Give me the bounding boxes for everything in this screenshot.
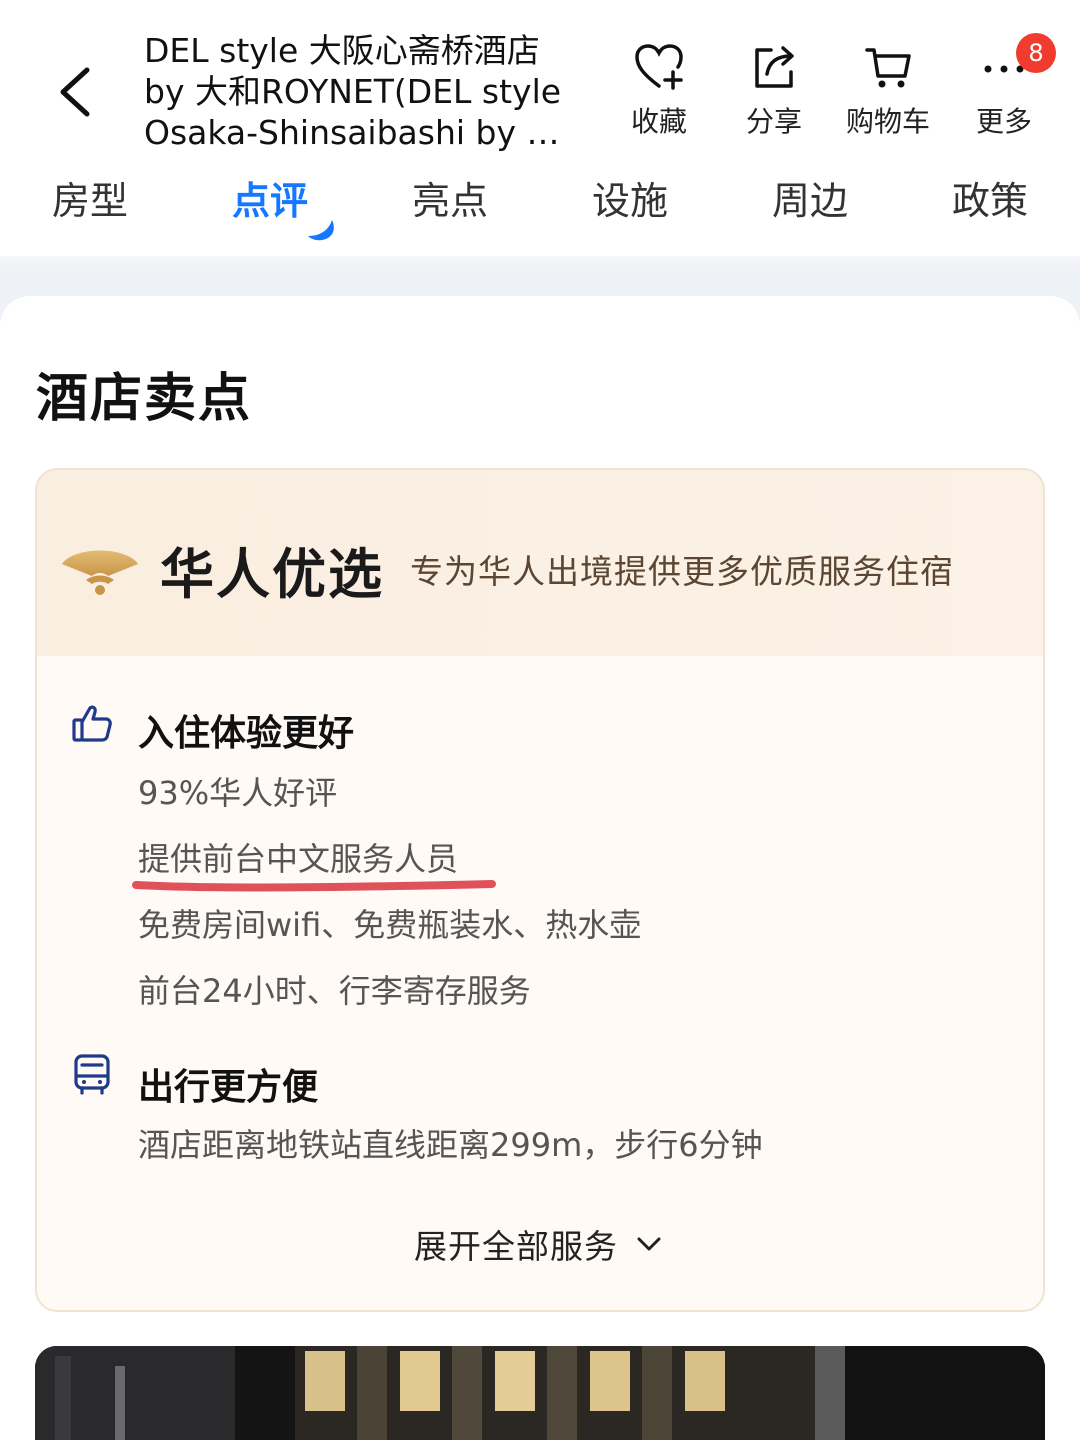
list-item: 免费房间wifi、免费瓶装水、热水壶 bbox=[138, 906, 642, 944]
notification-badge: 8 bbox=[1016, 33, 1056, 73]
expand-label: 展开全部服务 bbox=[414, 1227, 618, 1266]
thumbs-up-icon bbox=[72, 705, 112, 742]
active-tab-indicator bbox=[308, 220, 334, 241]
brand-description: 专为华人出境提供更多优质服务住宿 bbox=[410, 552, 954, 591]
cart-label: 购物车 bbox=[845, 105, 930, 138]
favorite-label: 收藏 bbox=[630, 105, 687, 138]
share-icon bbox=[746, 40, 802, 94]
hotel-title: DEL style 大阪心斋桥酒店 by 大和ROYNET(DEL style … bbox=[144, 31, 562, 152]
list-item: 93%华人好评 bbox=[138, 774, 338, 812]
share-label: 分享 bbox=[745, 105, 802, 138]
brand-title: 华人优选 bbox=[160, 543, 384, 606]
highlight-underline bbox=[132, 880, 496, 892]
list-item: 前台24小时、行李寄存服务 bbox=[138, 972, 531, 1010]
tab-facilities[interactable]: 设施 bbox=[540, 170, 720, 232]
more-label: 更多 bbox=[975, 105, 1032, 138]
back-button[interactable] bbox=[40, 52, 110, 132]
cart-button[interactable]: 购物车 bbox=[833, 40, 943, 140]
share-button[interactable]: 分享 bbox=[719, 40, 829, 140]
fan-icon bbox=[62, 550, 138, 595]
heart-plus-icon bbox=[631, 40, 687, 94]
hotel-building-image bbox=[35, 1346, 1045, 1440]
chevron-down-icon bbox=[637, 1237, 661, 1251]
chevron-left-icon bbox=[60, 67, 90, 117]
group-title-stay: 入住体验更好 bbox=[138, 713, 355, 754]
list-item: 提供前台中文服务人员 bbox=[138, 840, 459, 878]
tab-bar: 房型 点评 亮点 设施 周边 政策 bbox=[0, 170, 1080, 240]
favorite-button[interactable]: 收藏 bbox=[604, 40, 714, 140]
cart-icon bbox=[860, 40, 916, 94]
tab-highlights[interactable]: 亮点 bbox=[360, 170, 540, 232]
tab-nearby[interactable]: 周边 bbox=[720, 170, 900, 232]
section-title: 酒店卖点 bbox=[36, 369, 253, 429]
hotel-photo[interactable] bbox=[35, 1346, 1045, 1440]
bus-icon bbox=[74, 1054, 110, 1095]
tab-rooms[interactable]: 房型 bbox=[0, 170, 180, 232]
tab-policies[interactable]: 政策 bbox=[900, 170, 1080, 232]
expand-all-services-button[interactable]: 展开全部服务 bbox=[414, 1222, 662, 1266]
list-item: 酒店距离地铁站直线距离299m，步行6分钟 bbox=[138, 1126, 763, 1164]
header-divider bbox=[0, 256, 1080, 276]
group-title-transport: 出行更方便 bbox=[138, 1067, 319, 1108]
